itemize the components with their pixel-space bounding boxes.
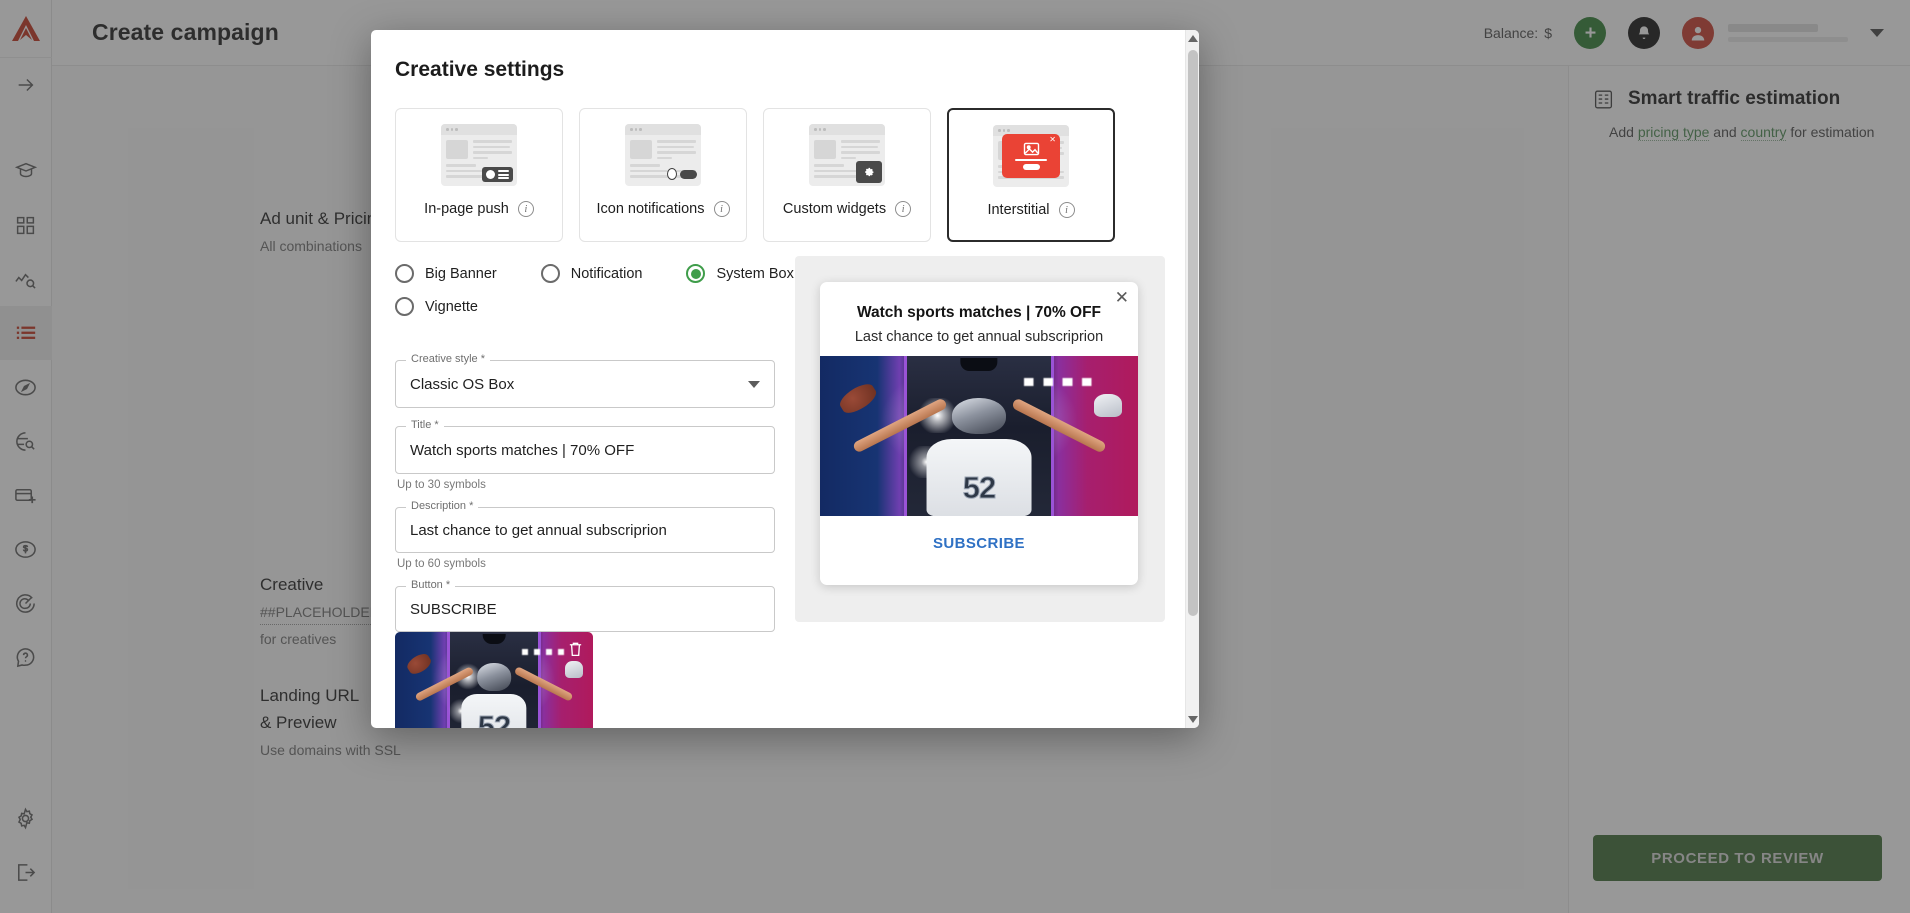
creative-type-cards: In-page push i Icon notific xyxy=(371,82,1185,242)
radio-big-banner[interactable]: Big Banner xyxy=(395,264,497,283)
creative-type-card-custom-widgets[interactable]: Custom widgets i xyxy=(763,108,931,242)
close-icon[interactable]: ✕ xyxy=(1115,289,1129,306)
button-legend: Button * xyxy=(406,579,455,591)
preview-description: Last chance to get annual subscriprion xyxy=(820,322,1138,345)
info-icon[interactable]: i xyxy=(714,201,730,217)
title-hint: Up to 30 symbols xyxy=(397,479,775,491)
creative-style-legend: Creative style * xyxy=(406,353,490,365)
jersey-number: 52 xyxy=(478,709,510,728)
description-field[interactable]: Description * Last chance to get annual … xyxy=(395,507,775,553)
creative-type-label: In-page push xyxy=(424,201,509,217)
chevron-down-icon[interactable] xyxy=(748,381,760,388)
radio-label: Big Banner xyxy=(425,266,497,282)
in-page-push-mock-icon xyxy=(441,124,517,186)
title-input[interactable]: Watch sports matches | 70% OFF xyxy=(395,426,775,474)
radio-label: System Box xyxy=(716,266,793,282)
creative-style-field[interactable]: Creative style * Classic OS Box xyxy=(395,360,775,408)
radio-circle-icon xyxy=(541,264,560,283)
trash-icon[interactable] xyxy=(567,640,584,658)
modal-scrollbar-thumb[interactable] xyxy=(1188,50,1198,616)
radio-label: Vignette xyxy=(425,299,478,315)
creative-type-label: Icon notifications xyxy=(596,201,704,217)
description-hint: Up to 60 symbols xyxy=(397,558,775,570)
info-icon[interactable]: i xyxy=(518,201,534,217)
interstitial-mock-icon: ✕ xyxy=(993,125,1069,187)
radio-notification[interactable]: Notification xyxy=(541,264,643,283)
modal-scrollbar[interactable] xyxy=(1185,30,1199,728)
button-input[interactable]: SUBSCRIBE xyxy=(395,586,775,632)
creative-preview-panel: ✕ Watch sports matches | 70% OFF Last ch… xyxy=(795,256,1165,622)
radio-vignette[interactable]: Vignette xyxy=(395,297,478,316)
modal-content: Creative settings In-page push i xyxy=(371,30,1185,728)
description-value: Last chance to get annual subscriprion xyxy=(410,522,667,539)
image-icon xyxy=(1023,142,1040,156)
icon-notifications-art xyxy=(625,109,701,201)
radio-system-box[interactable]: System Box xyxy=(686,264,793,283)
creative-style-select[interactable]: Classic OS Box xyxy=(395,360,775,408)
creative-type-card-icon-notifications[interactable]: Icon notifications i xyxy=(579,108,747,242)
preview-card: ✕ Watch sports matches | 70% OFF Last ch… xyxy=(820,282,1138,585)
scroll-up-icon[interactable] xyxy=(1188,35,1198,42)
sports-creative-thumbnail-image: 52 xyxy=(395,632,593,728)
description-legend: Description * xyxy=(406,500,478,512)
creative-form: Creative style * Classic OS Box Title * … xyxy=(395,360,775,665)
button-value: SUBSCRIBE xyxy=(410,601,497,618)
radio-label: Notification xyxy=(571,266,643,282)
preview-image: 52 xyxy=(820,356,1138,516)
info-icon[interactable]: i xyxy=(1059,202,1075,218)
radio-circle-selected-icon xyxy=(686,264,705,283)
in-page-push-art xyxy=(441,109,517,201)
custom-widgets-mock-icon xyxy=(809,124,885,186)
title-field[interactable]: Title * Watch sports matches | 70% OFF xyxy=(395,426,775,474)
modal-title: Creative settings xyxy=(371,30,1185,82)
title-value: Watch sports matches | 70% OFF xyxy=(410,442,634,459)
interstitial-overlay: ✕ xyxy=(1002,134,1060,178)
creative-settings-modal: Creative settings In-page push i xyxy=(371,30,1199,728)
button-field[interactable]: Button * SUBSCRIBE xyxy=(395,586,775,632)
interstitial-art: ✕ xyxy=(993,110,1069,202)
in-page-push-footer: In-page push i xyxy=(424,201,534,217)
custom-widgets-footer: Custom widgets i xyxy=(783,201,911,217)
interstitial-footer: Interstitial i xyxy=(987,202,1074,218)
creative-type-card-interstitial[interactable]: ✕ Interstitial i xyxy=(947,108,1115,242)
title-legend: Title * xyxy=(406,419,444,431)
creative-thumbnail[interactable]: 52 xyxy=(395,632,593,728)
icon-notifications-mock-icon xyxy=(625,124,701,186)
overlay-close-icon: ✕ xyxy=(1049,136,1056,144)
custom-widgets-art xyxy=(809,109,885,201)
info-icon[interactable]: i xyxy=(895,201,911,217)
scroll-down-icon[interactable] xyxy=(1188,716,1198,723)
trash-glyph xyxy=(567,640,584,658)
creative-type-label: Interstitial xyxy=(987,202,1049,218)
preview-subscribe-button[interactable]: SUBSCRIBE xyxy=(820,516,1138,552)
preview-title: Watch sports matches | 70% OFF xyxy=(820,282,1138,322)
description-input[interactable]: Last chance to get annual subscriprion xyxy=(395,507,775,553)
sports-creative-image: 52 xyxy=(820,356,1138,516)
radio-circle-icon xyxy=(395,297,414,316)
jersey-number: 52 xyxy=(963,470,995,506)
creative-type-card-in-page-push[interactable]: In-page push i xyxy=(395,108,563,242)
creative-style-value: Classic OS Box xyxy=(410,376,514,393)
creative-type-label: Custom widgets xyxy=(783,201,886,217)
icon-notifications-footer: Icon notifications i xyxy=(596,201,729,217)
radio-circle-icon xyxy=(395,264,414,283)
